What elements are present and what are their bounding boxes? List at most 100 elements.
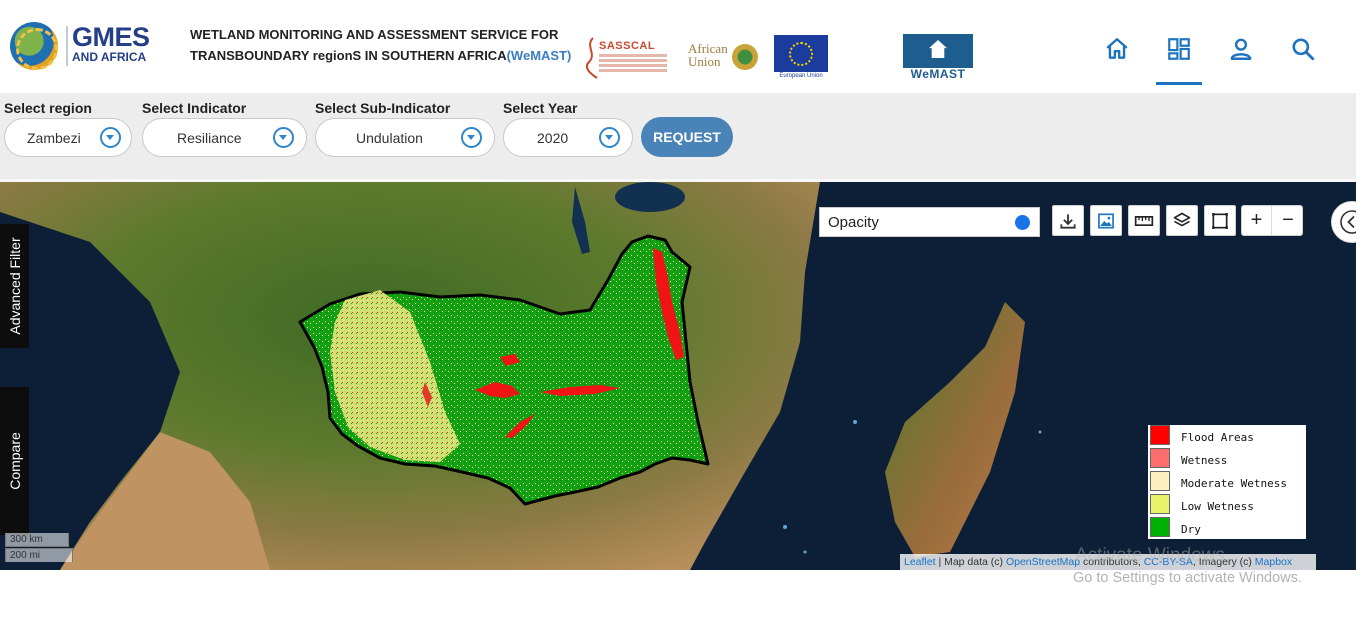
scale-mi: 200 mi [5,548,73,562]
gmes-globe-icon [10,22,58,70]
chevron-down-icon [599,127,620,148]
gmes-logo-line1: GMES [72,22,150,52]
user-icon [1230,38,1252,60]
logo-divider [66,26,68,66]
eu-flag-icon [774,35,828,72]
wemast-logo-box [903,34,973,68]
layers-icon [1173,212,1191,226]
eu-logo-caption: European Union [779,73,823,79]
african-union-logo: African Union [688,42,760,72]
scale-km: 300 km [5,533,69,547]
gmes-africa-logo[interactable]: GMES AND AFRICA [10,22,155,72]
opacity-slider[interactable]: Opacity [819,207,1040,237]
subindicator-select-value: Undulation [356,130,423,146]
request-button[interactable]: REQUEST [641,117,733,157]
legend-swatch [1150,448,1170,468]
legend-label: Moderate Wetness [1181,477,1287,490]
wemast-logo-text: WeMAST [910,67,966,81]
indicator-select-value: Resiliance [177,130,242,146]
indicator-select[interactable]: Resiliance [142,118,307,157]
subindicator-select[interactable]: Undulation [315,118,495,157]
sasscal-tagline [599,54,667,57]
legend-label: Flood Areas [1181,431,1254,444]
fullscreen-button[interactable] [1204,205,1236,236]
site-title-line1: WETLAND MONITORING AND ASSESSMENT SERVIC… [190,27,559,42]
search-icon [1292,38,1315,61]
gmes-logo-line2: AND AFRICA [72,50,147,64]
wemast-house-icon [929,40,947,58]
legend-item: Moderate Wetness [1150,471,1305,493]
eu-stars-icon [789,42,813,66]
gmes-logo-text: GMES AND AFRICA [72,23,150,63]
layers-button[interactable] [1166,205,1198,236]
compare-tab-label: Compare [6,432,23,490]
site-title-line2: TRANSBOUNDARY regionS IN SOUTHERN AFRICA… [190,45,590,66]
advanced-filter-tab-label: Advanced Filter [6,237,23,335]
legend-swatch [1150,425,1170,445]
nav-user[interactable] [1218,36,1264,84]
legend-item: Low Wetness [1150,494,1305,516]
chevron-left-icon [1340,210,1356,234]
zoom-out-button[interactable]: − [1273,206,1303,235]
year-label: Select Year [503,100,578,116]
sasscal-logo: SASSCAL [583,36,675,80]
sasscal-logo-text: SASSCAL [599,40,656,52]
legend-swatch [1150,517,1170,537]
windows-activation-watermark-title: Activate Windows [1075,545,1225,566]
fullscreen-icon [1212,212,1228,229]
leaflet-link[interactable]: Leaflet [904,556,936,568]
filter-bar: Select region Zambezi Select Indicator R… [0,93,1356,179]
ruler-icon [1134,215,1154,226]
map-scale: 300 km 200 mi [5,533,73,562]
legend-item: Dry [1150,517,1305,539]
legend-label: Dry [1181,523,1201,536]
african-union-text: African Union [688,41,728,69]
region-select[interactable]: Zambezi [4,118,132,157]
sasscal-swoosh-icon [585,37,598,79]
home-icon [1106,38,1128,59]
download-button[interactable] [1052,205,1084,236]
legend-swatch [1150,494,1170,514]
nav-search[interactable] [1280,36,1326,84]
zoom-control: + − [1241,205,1303,236]
windows-activation-watermark: Go to Settings to activate Windows. [1073,570,1302,586]
measure-button[interactable] [1128,205,1160,236]
indicator-label: Select Indicator [142,100,247,116]
nav-dashboard[interactable] [1156,36,1202,85]
year-select-value: 2020 [537,130,569,146]
map-view[interactable]: Advanced Filter Compare Opacity + − Floo… [0,182,1356,570]
region-select-value: Zambezi [27,130,81,146]
chevron-down-icon [273,127,294,148]
legend-item: Flood Areas [1150,425,1305,447]
attribution-text: | Map data (c) [935,556,1006,568]
legend-label: Wetness [1181,454,1228,467]
nav-home[interactable] [1094,36,1140,84]
openstreetmap-link[interactable]: OpenStreetMap [1006,556,1080,568]
app-header: GMES AND AFRICA WETLAND MONITORING AND A… [0,0,1366,93]
african-union-seal-icon [732,44,758,70]
opacity-slider-knob[interactable] [1015,215,1030,230]
site-title: WETLAND MONITORING AND ASSESSMENT SERVIC… [190,24,590,66]
image-icon [1098,213,1114,228]
region-label: Select region [4,100,92,116]
chevron-down-icon [461,127,482,148]
map-legend: Flood Areas Wetness Moderate Wetness Low… [1148,425,1306,539]
year-select[interactable]: 2020 [503,118,633,157]
wemast-logo: WeMAST [903,34,973,81]
export-image-button[interactable] [1090,205,1122,236]
legend-item: Wetness [1150,448,1305,470]
site-title-line2-text: TRANSBOUNDARY regionS IN SOUTHERN AFRICA [190,48,507,63]
subindicator-label: Select Sub-Indicator [315,100,451,116]
legend-swatch [1150,471,1170,491]
dashboard-icon [1168,38,1190,60]
compare-tab[interactable]: Compare [0,387,29,535]
european-union-logo: European Union [774,35,828,81]
chevron-down-icon [100,127,121,148]
zoom-in-button[interactable]: + [1242,206,1272,235]
mapbox-link[interactable]: Mapbox [1255,556,1292,568]
opacity-label: Opacity [828,214,879,231]
legend-label: Low Wetness [1181,500,1254,513]
download-icon [1060,213,1076,229]
advanced-filter-tab[interactable]: Advanced Filter [0,224,29,348]
site-title-acronym: (WeMAST) [506,48,572,63]
